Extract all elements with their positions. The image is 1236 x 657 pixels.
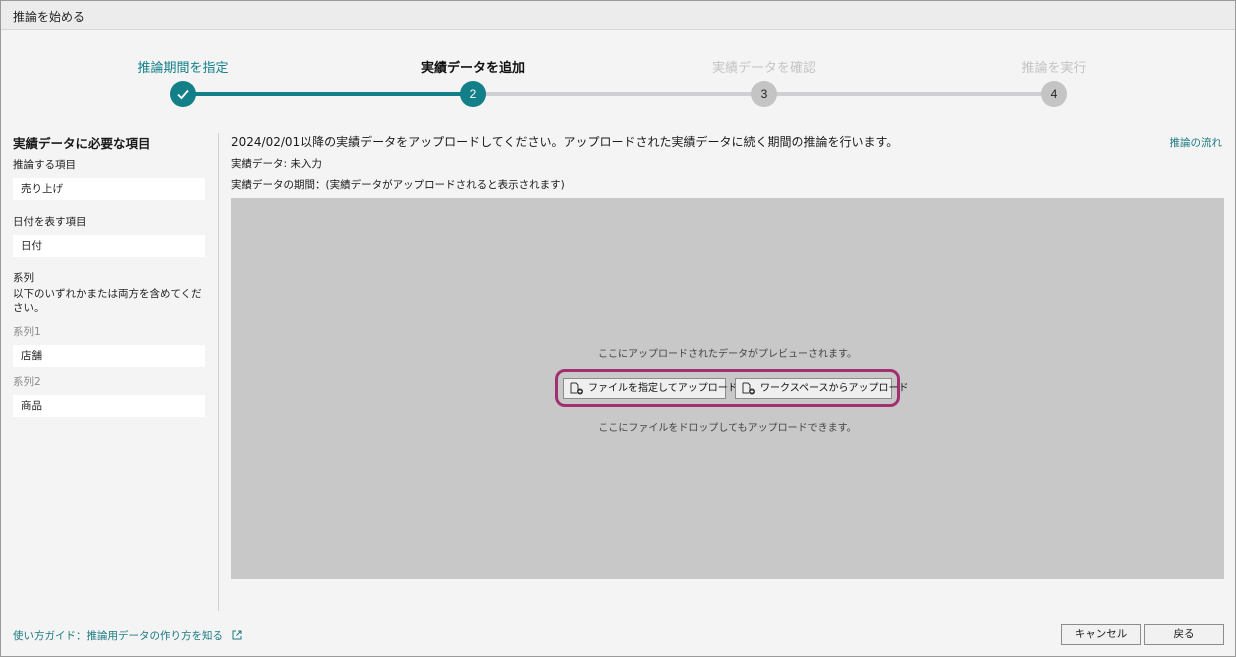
target-item-value: 売り上げ — [13, 178, 205, 200]
series-2-label: 系列2 — [13, 376, 41, 388]
series-1-value: 店舗 — [13, 345, 205, 367]
workspace-upload-icon — [742, 382, 755, 395]
upload-instructions: 2024/02/01以降の実績データをアップロードしてください。アップロードされ… — [231, 135, 899, 149]
step-3-circle: 3 — [751, 81, 777, 107]
step-4-label: 推論を実行 — [1021, 61, 1087, 76]
dialog-window: 推論を始める 推論期間を指定 実績データを追加 実績データを確認 推論を実行 2… — [0, 0, 1236, 657]
drop-hint-text: ここにファイルをドロップしてもアップロードできます。 — [598, 423, 857, 434]
upload-button-group: ファイルを指定してアップロード ワークスペースからアップロード — [555, 369, 909, 407]
panel-divider — [218, 133, 219, 611]
step-connector-done — [183, 92, 473, 96]
inference-flow-link[interactable]: 推論の流れ — [1170, 135, 1223, 150]
data-status: 実績データ: 未入力 — [231, 158, 322, 170]
series-note: 以下のいずれかまたは両方を含めてください。 — [13, 288, 202, 314]
step-2-circle: 2 — [460, 81, 486, 107]
step-1-label: 推論期間を指定 — [137, 61, 229, 76]
upload-workspace-label: ワークスペースからアップロード — [760, 383, 909, 394]
external-link-icon — [232, 630, 242, 640]
upload-workspace-button[interactable]: ワークスペースからアップロード — [735, 378, 909, 399]
checkmark-icon — [177, 89, 189, 100]
file-upload-icon — [570, 382, 583, 395]
step-1-circle — [170, 81, 196, 107]
series-2-value: 商品 — [13, 395, 205, 417]
required-items-title: 実績データに必要な項目 — [13, 136, 151, 151]
title-bar: 推論を始める — [1, 1, 1235, 30]
usage-guide-label: 使い方ガイド：推論用データの作り方を知る — [13, 630, 223, 642]
preview-placeholder-text: ここにアップロードされたデータがプレビューされます。 — [598, 349, 857, 360]
back-button[interactable]: 戻る — [1144, 624, 1224, 645]
upload-drop-zone[interactable]: ここにアップロードされたデータがプレビューされます。 ファイルを指定してアップロ… — [231, 198, 1224, 579]
step-2-label: 実績データを追加 — [420, 61, 525, 76]
upload-file-label: ファイルを指定してアップロード — [588, 383, 738, 394]
step-3-label: 実績データを確認 — [711, 61, 816, 76]
data-period: 実績データの期間：(実績データがアップロードされると表示されます) — [231, 179, 565, 191]
date-item-label: 日付を表す項目 — [13, 216, 87, 228]
upload-file-button[interactable]: ファイルを指定してアップロード — [563, 378, 738, 399]
series-label: 系列 — [13, 272, 34, 284]
window-title: 推論を始める — [13, 10, 86, 24]
series-1-label: 系列1 — [13, 326, 41, 338]
step-4-circle: 4 — [1041, 81, 1067, 107]
usage-guide-link[interactable]: 使い方ガイド：推論用データの作り方を知る — [13, 628, 242, 643]
target-item-label: 推論する項目 — [13, 159, 76, 171]
date-item-value: 日付 — [13, 235, 205, 257]
cancel-button[interactable]: キャンセル — [1061, 624, 1141, 645]
